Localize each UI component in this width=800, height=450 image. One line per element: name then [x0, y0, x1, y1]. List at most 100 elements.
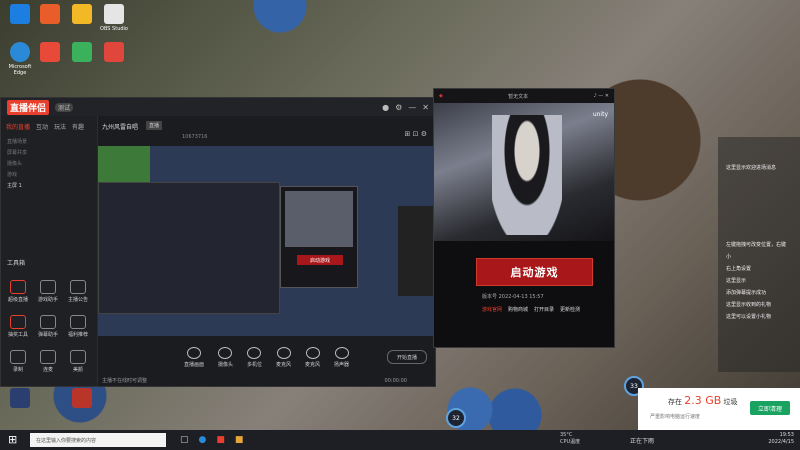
start-game-button[interactable]: 启动游戏: [476, 258, 593, 286]
desktop-icon[interactable]: [68, 4, 96, 26]
bottom-toolbar: 直播画面 摄像头 多机位 麦克风 麦克风 扬声器 开始直播: [98, 342, 435, 372]
chat-line: 这里显示: [726, 278, 747, 284]
tool-label: 直播画面: [183, 361, 204, 368]
minimize-icon[interactable]: —: [408, 103, 416, 112]
tool-connect[interactable]: 连麦: [33, 350, 63, 373]
stream-sidebar: 我的直播 互动 玩法 有趣 直播场景 屏幕共享 摄像头 游戏 主屏 1 工具箱 …: [1, 116, 98, 386]
edge-desktop-icon[interactable]: Microsoft Edge: [6, 42, 34, 76]
link-shop[interactable]: 购物商城: [508, 306, 528, 313]
task-view-icon[interactable]: ▢: [180, 435, 189, 445]
game-logo-icon: ◆: [439, 93, 443, 99]
taskbar: ⊞ 在这里输入你要搜索的内容 ▢ ● ■ ■ 35°C CPU温度 正在下雨 1…: [0, 430, 800, 450]
preview-controls[interactable]: ⊞ ⊡ ⚙: [405, 130, 427, 138]
link-official[interactable]: 游戏官网: [482, 306, 502, 313]
desktop-icon[interactable]: [36, 42, 64, 64]
tool-label: 美颜: [72, 367, 83, 373]
game-window-title: 暂无文本: [508, 93, 529, 100]
tool-welfare[interactable]: 福利推荐: [63, 315, 93, 338]
desktop-icon[interactable]: [100, 42, 128, 64]
tab-play[interactable]: 玩法: [54, 122, 66, 131]
desktop-icon[interactable]: [6, 388, 34, 410]
tool-label: 麦克风: [305, 361, 321, 368]
desktop-icon[interactable]: [36, 4, 64, 26]
cpu-temp: 35°C CPU温度: [560, 432, 580, 446]
perf-badge[interactable]: 32: [446, 408, 466, 428]
cleaner-suffix: 垃圾: [723, 398, 738, 406]
tool-screen[interactable]: 直播画面: [183, 346, 204, 368]
scene-item[interactable]: 摄像头: [7, 159, 91, 170]
chat-line: 这里可以设置小礼物: [726, 314, 772, 320]
chat-line: 这里显示欢迎进场消息: [726, 165, 777, 171]
scene-item[interactable]: 直播场景: [7, 137, 91, 148]
desktop-icon-label: Microsoft Edge: [8, 64, 32, 76]
stream-titlebar: 直播伴侣 测试 ● ⚙ — ✕: [1, 98, 435, 116]
tab-my-live[interactable]: 我的直播: [6, 122, 30, 131]
cleaner-title: 存在 2.3 GB 垃圾: [668, 394, 738, 407]
taskbar-search-input[interactable]: 在这里输入你要搜索的内容: [30, 433, 166, 447]
tool-super-live[interactable]: 超级直播: [3, 280, 33, 303]
tool-multi-cam[interactable]: 多机位: [247, 346, 262, 368]
tool-beauty[interactable]: 美颜: [63, 350, 93, 373]
channel-stats: 10673716: [182, 134, 208, 140]
clean-now-button[interactable]: 立即清理: [750, 401, 790, 415]
title-badge[interactable]: 测试: [55, 102, 74, 112]
close-icon[interactable]: ✕: [422, 103, 429, 112]
windows-start-icon[interactable]: ⊞: [8, 433, 17, 446]
cleaner-subtitle: 严重影响电脑运行速度: [650, 414, 701, 420]
tool-label: 抽奖工具: [7, 332, 28, 338]
weather[interactable]: 正在下雨: [630, 436, 654, 445]
stream-app-logo: 直播伴侣: [7, 99, 50, 115]
tool-label: 福利推荐: [67, 332, 88, 338]
channel-title: 九州风雷自唱: [102, 124, 139, 131]
tool-camera[interactable]: 摄像头: [217, 346, 233, 368]
tool-mic-2[interactable]: 麦克风: [305, 346, 321, 368]
streaming-app-window: 直播伴侣 测试 ● ⚙ — ✕ 我的直播 互动 玩法 有趣 直播场景 屏幕共享 …: [0, 97, 436, 387]
tool-record[interactable]: 录制: [3, 350, 33, 373]
tab-interact[interactable]: 互动: [36, 122, 48, 131]
tool-game-helper[interactable]: 游戏助手: [33, 280, 63, 303]
folder-taskbar-icon[interactable]: ■: [235, 435, 244, 445]
tool-label: 游戏助手: [37, 297, 58, 303]
app-taskbar-icon[interactable]: ■: [216, 435, 225, 445]
tool-label: 连麦: [42, 367, 53, 373]
obs-desktop-icon[interactable]: OBS Studio: [100, 4, 128, 32]
brand-label: unity: [592, 111, 608, 118]
clock[interactable]: 19:53 2022/4/15: [768, 432, 794, 446]
tool-label: 超级直播: [7, 297, 28, 303]
settings-icon[interactable]: ⚙: [395, 103, 402, 112]
chat-line: 小: [726, 254, 732, 260]
link-open-dir[interactable]: 打开目录: [534, 306, 554, 313]
danmaku-chat-panel[interactable]: 这里显示欢迎进场消息 左键拖拽可改变位置，右键 小 右上角设置 这里显示 添加弹…: [718, 137, 800, 372]
scene-item[interactable]: 游戏: [7, 170, 91, 181]
channel-tag[interactable]: 直播: [146, 121, 163, 130]
desktop-icon-label: OBS Studio: [100, 26, 128, 32]
scene-main[interactable]: 主屏 1: [7, 181, 91, 192]
temp-value: 35°C: [560, 432, 573, 438]
tool-label: 摄像头: [217, 361, 233, 368]
scene-item[interactable]: 屏幕共享: [7, 148, 91, 159]
window-controls[interactable]: ♪ — ✕: [593, 93, 609, 99]
game-key-art: unity: [434, 103, 614, 241]
stream-preview[interactable]: 启动游戏: [98, 146, 434, 336]
edge-taskbar-icon[interactable]: ●: [199, 435, 207, 445]
tool-mic[interactable]: 麦克风: [276, 346, 292, 368]
desktop-icon[interactable]: [68, 42, 96, 64]
clock-time: 19:53: [779, 432, 794, 438]
tool-label: 录制: [12, 367, 23, 373]
desktop-icon[interactable]: [6, 4, 34, 26]
game-launcher-window: ◆ 暂无文本 ♪ — ✕ unity 启动游戏 版本号 2022-04-13 1…: [433, 88, 615, 348]
tool-lottery[interactable]: 抽奖工具: [3, 315, 33, 338]
nested-preview: [98, 182, 280, 314]
desktop-icon[interactable]: [68, 388, 96, 410]
tool-label: 麦克风: [276, 361, 292, 368]
scene-list: 直播场景 屏幕共享 摄像头 游戏 主屏 1: [1, 137, 97, 192]
tool-danmaku[interactable]: 弹幕助手: [33, 315, 63, 338]
cleaner-popup: 存在 2.3 GB 垃圾 严重影响电脑运行速度 立即清理: [638, 388, 800, 430]
start-live-button[interactable]: 开始直播: [387, 350, 427, 364]
avatar[interactable]: ●: [382, 103, 389, 112]
live-time: 00:00:00: [384, 378, 407, 384]
tool-speaker[interactable]: 扬声器: [334, 346, 349, 368]
tab-fun[interactable]: 有趣: [72, 122, 84, 131]
link-update[interactable]: 更新检测: [560, 306, 580, 313]
tool-announce[interactable]: 主播公告: [63, 280, 93, 303]
